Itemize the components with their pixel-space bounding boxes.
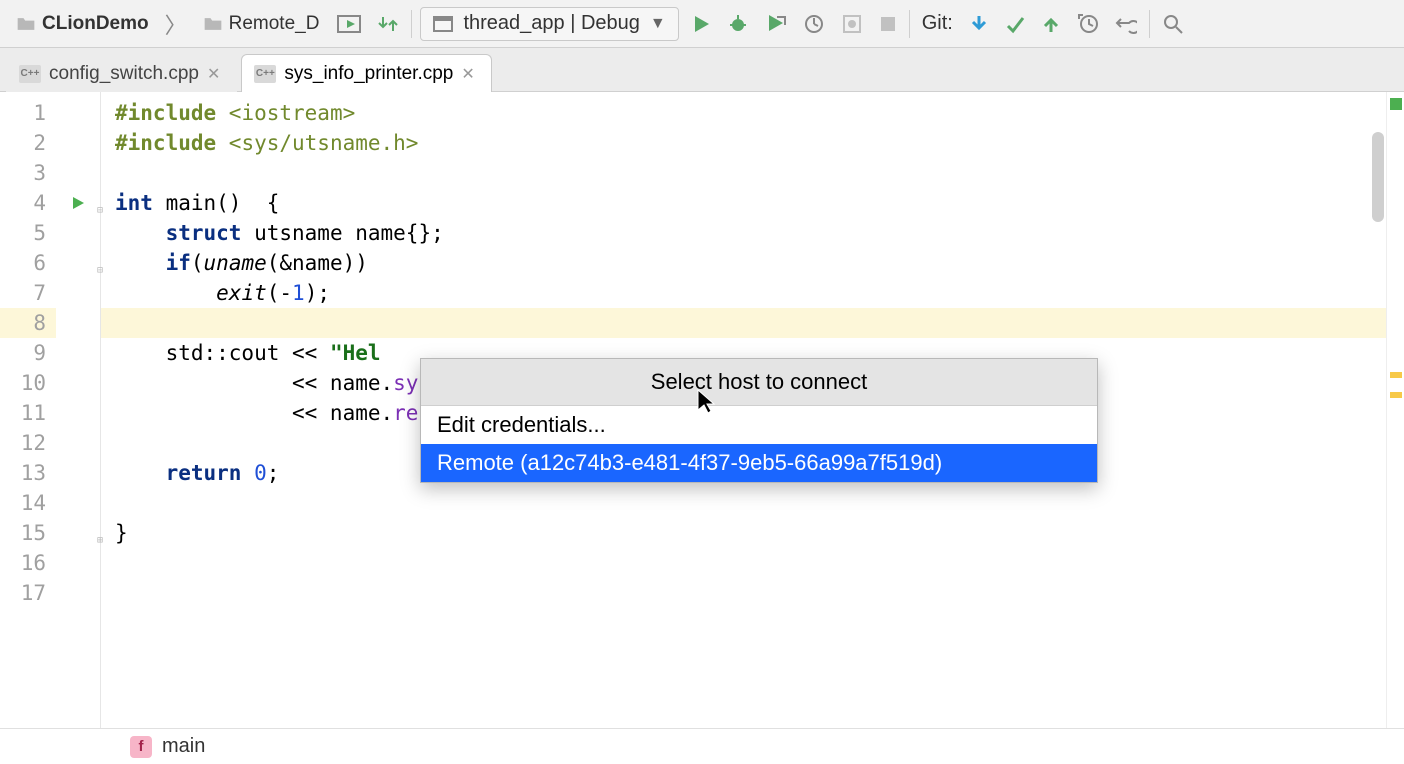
git-push-button[interactable] [1037,10,1065,38]
breadcrumb-0: CLionDemo [42,13,149,35]
tab-label: config_switch.cpp [49,63,199,85]
editor-tab[interactable]: C++ config_switch.cpp ✕ [6,54,237,92]
member-breadcrumb[interactable]: f main [0,728,1404,764]
close-icon[interactable]: ✕ [461,64,474,84]
line-number[interactable]: 17 [0,578,56,608]
code-line[interactable]: #include <iostream> [101,98,1386,128]
editor-area: 1234567891011121314151617 #include <iost… [0,92,1404,728]
git-label: Git: [918,12,957,35]
line-number[interactable]: 7 [0,278,56,308]
code-line[interactable] [101,578,1386,608]
run-config-selector[interactable]: thread_app | Debug ▼ [420,7,678,41]
code-line[interactable] [101,548,1386,578]
run-target-button[interactable] [333,10,365,38]
cpp-file-icon: C++ [19,65,41,83]
attach-button[interactable] [837,9,867,39]
code-line[interactable] [101,158,1386,188]
code-line[interactable]: ⊟ if(uname(&name)) [101,248,1386,278]
git-history-button[interactable] [1073,9,1103,39]
code-line[interactable] [101,488,1386,518]
line-number[interactable]: 10 [0,368,56,398]
line-number[interactable]: 9 [0,338,56,368]
fold-toggle-icon[interactable]: ⊟ [97,196,107,210]
line-number[interactable]: 11 [0,398,56,428]
code-line[interactable]: ⊟int main() { [101,188,1386,218]
fold-toggle-icon[interactable]: ⊟ [97,256,107,270]
git-pull-button[interactable] [965,10,993,38]
code-line[interactable]: struct utsname name{}; [101,218,1386,248]
line-number[interactable]: 14 [0,488,56,518]
folder-icon [203,15,223,33]
git-commit-button[interactable] [1001,10,1029,38]
function-badge-icon: f [130,736,152,758]
line-number[interactable]: 13 [0,458,56,488]
cpp-file-icon: C++ [254,65,276,83]
profile-button[interactable] [799,9,829,39]
breadcrumb-1: Remote_D [229,13,320,35]
separator [909,10,910,38]
run-config-label: thread_app | Debug [463,12,639,35]
popup-title: Select host to connect [421,359,1097,406]
search-everywhere-button[interactable] [1158,9,1188,39]
separator [411,10,412,38]
editor-tabs: C++ config_switch.cpp ✕ C++ sys_info_printer… [0,48,1404,92]
chevron-down-icon: ▼ [650,15,666,33]
line-number[interactable]: 8 [0,308,56,338]
warning-marker[interactable] [1390,392,1402,398]
sync-button[interactable] [373,9,403,39]
window-icon [433,16,453,32]
folder-icon [16,15,36,33]
code-line[interactable]: exit(-1); [101,278,1386,308]
line-number[interactable]: 16 [0,548,56,578]
git-rollback-button[interactable] [1111,9,1141,39]
run-button[interactable] [687,10,715,38]
line-number[interactable]: 15 [0,518,56,548]
run-line-icon[interactable] [71,196,85,210]
code-line[interactable] [101,308,1386,338]
gutter-markers[interactable] [56,92,100,728]
member-name: main [162,735,205,758]
breadcrumb-folder[interactable]: Remote_D [197,11,326,37]
line-number[interactable]: 2 [0,128,56,158]
line-number-gutter[interactable]: 1234567891011121314151617 [0,92,56,728]
debug-button[interactable] [723,9,753,39]
breadcrumb-separator: 〉 [163,8,189,40]
editor-tab[interactable]: C++ sys_info_printer.cpp ✕ [241,54,491,92]
coverage-button[interactable] [761,9,791,39]
code-line[interactable]: ⊞} [101,518,1386,548]
line-number[interactable]: 3 [0,158,56,188]
tab-label: sys_info_printer.cpp [284,63,453,85]
line-number[interactable]: 1 [0,98,56,128]
inspection-ok-marker[interactable] [1390,98,1402,110]
line-number[interactable]: 12 [0,428,56,458]
line-number[interactable]: 6 [0,248,56,278]
select-host-popup: Select host to connect Edit credentials.… [420,358,1098,483]
main-toolbar: CLionDemo 〉 Remote_D thread_app | Debug … [0,0,1404,48]
popup-item[interactable]: Edit credentials... [421,406,1097,444]
breadcrumb-project[interactable]: CLionDemo [10,11,155,37]
popup-item[interactable]: Remote (a12c74b3-e481-4f37-9eb5-66a99a7f… [421,444,1097,482]
close-icon[interactable]: ✕ [207,64,220,84]
line-number[interactable]: 4 [0,188,56,218]
code-line[interactable]: #include <sys/utsname.h> [101,128,1386,158]
separator [1149,10,1150,38]
error-stripe[interactable] [1386,92,1404,728]
line-number[interactable]: 5 [0,218,56,248]
stop-button[interactable] [875,11,901,37]
fold-toggle-icon[interactable]: ⊞ [97,526,107,540]
warning-marker[interactable] [1390,372,1402,378]
